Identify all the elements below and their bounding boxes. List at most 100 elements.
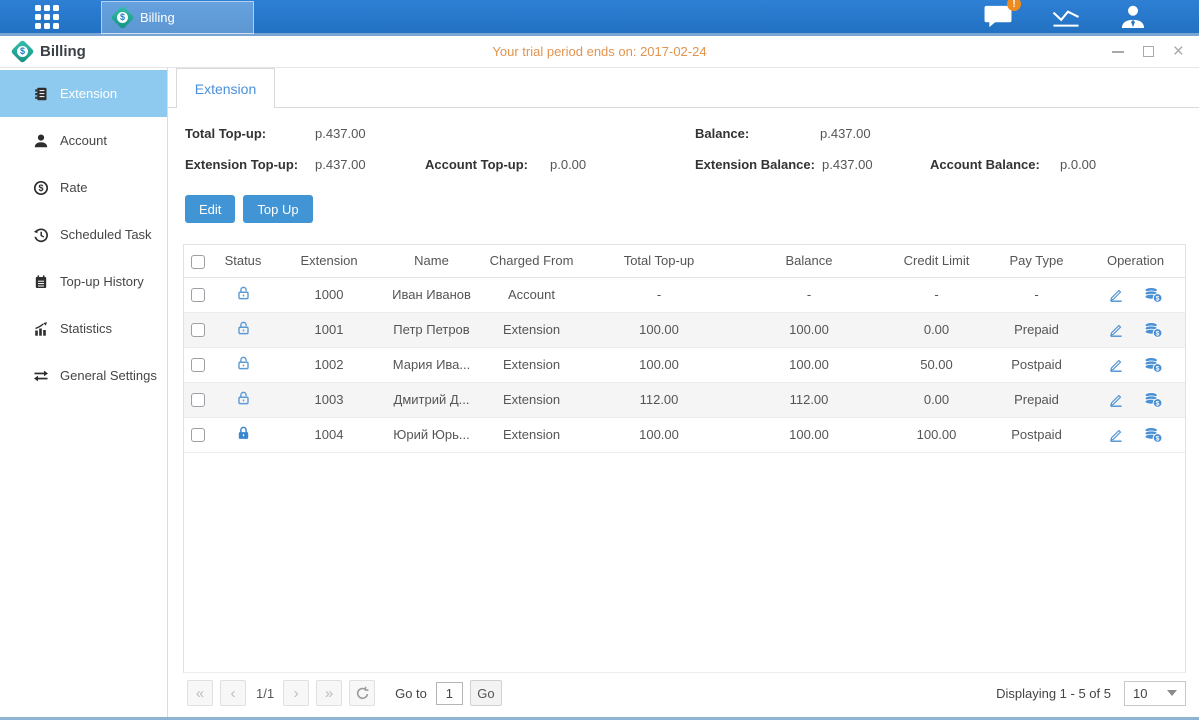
edit-icon[interactable] bbox=[1108, 357, 1124, 373]
col-charged-from: Charged From bbox=[479, 245, 584, 277]
last-page-button[interactable]: » bbox=[316, 680, 342, 706]
prev-page-button[interactable]: ‹ bbox=[220, 680, 246, 706]
sidebar-item-general-settings[interactable]: General Settings bbox=[0, 352, 167, 399]
col-name: Name bbox=[384, 245, 479, 277]
lock-open-icon bbox=[236, 285, 251, 301]
cell-pay-type: Prepaid bbox=[989, 382, 1084, 417]
svg-text:$: $ bbox=[1156, 295, 1160, 302]
topup-coins-icon[interactable]: $ bbox=[1144, 322, 1163, 338]
action-buttons: Edit Top Up bbox=[185, 195, 1199, 223]
table-row: 1001 Петр Петров Extension 100.00 100.00… bbox=[184, 312, 1186, 347]
extension-topup-value: p.437.00 bbox=[315, 157, 366, 172]
edit-button[interactable]: Edit bbox=[185, 195, 235, 223]
cell-balance: 100.00 bbox=[734, 312, 884, 347]
goto-page-input[interactable] bbox=[436, 682, 463, 705]
cell-name: Дмитрий Д... bbox=[384, 382, 479, 417]
edit-icon[interactable] bbox=[1108, 287, 1124, 303]
sidebar-item-account[interactable]: Account bbox=[0, 117, 167, 164]
user-icon[interactable] bbox=[1119, 4, 1147, 29]
tab-extension[interactable]: Extension bbox=[176, 68, 275, 108]
topup-coins-icon[interactable]: $ bbox=[1144, 427, 1163, 443]
pagination-bar: « ‹ 1/1 › » Go to Go Displaying 1 - 5 of… bbox=[168, 673, 1199, 717]
cell-charged-from: Account bbox=[479, 277, 584, 312]
notification-badge: ! bbox=[1007, 0, 1021, 11]
account-topup-label: Account Top-up: bbox=[425, 157, 528, 172]
row-checkbox[interactable] bbox=[191, 393, 205, 407]
sidebar-item-extension[interactable]: Extension bbox=[0, 70, 167, 117]
cell-charged-from: Extension bbox=[479, 417, 584, 452]
person-icon bbox=[33, 133, 49, 149]
minimize-button[interactable] bbox=[1111, 45, 1125, 59]
notepad-icon bbox=[33, 274, 49, 290]
row-checkbox[interactable] bbox=[191, 323, 205, 337]
sidebar-item-topup-history[interactable]: Top-up History bbox=[0, 258, 167, 305]
lock-status-icon[interactable] bbox=[236, 429, 251, 444]
lock-status-icon[interactable] bbox=[236, 324, 251, 339]
statistics-chart-icon[interactable] bbox=[1051, 4, 1081, 29]
table-row: 1003 Дмитрий Д... Extension 112.00 112.0… bbox=[184, 382, 1186, 417]
extension-balance-label: Extension Balance: bbox=[695, 157, 815, 172]
edit-icon[interactable] bbox=[1108, 392, 1124, 408]
history-clock-icon bbox=[33, 227, 49, 243]
dollar-circle-icon: $ bbox=[33, 180, 49, 196]
cell-name: Иван Иванов bbox=[384, 277, 479, 312]
row-checkbox[interactable] bbox=[191, 428, 205, 442]
apps-grid-icon[interactable] bbox=[35, 5, 59, 29]
cell-balance: 100.00 bbox=[734, 347, 884, 382]
edit-icon[interactable] bbox=[1108, 322, 1124, 338]
topbar-tab-billing[interactable]: $ Billing bbox=[101, 1, 254, 34]
table-row: 1002 Мария Ива... Extension 100.00 100.0… bbox=[184, 347, 1186, 382]
lock-open-icon bbox=[236, 390, 251, 406]
svg-text:$: $ bbox=[38, 183, 43, 193]
sidebar-item-label: Top-up History bbox=[60, 274, 144, 289]
sidebar-item-label: Scheduled Task bbox=[60, 227, 152, 242]
first-page-button[interactable]: « bbox=[187, 680, 213, 706]
table-row: 1000 Иван Иванов Account - - - - $ bbox=[184, 277, 1186, 312]
extension-table-panel: Status Extension Name Charged From Total… bbox=[183, 244, 1186, 673]
lock-status-icon[interactable] bbox=[236, 394, 251, 409]
page-size-select[interactable]: 10 bbox=[1124, 681, 1186, 706]
cell-charged-from: Extension bbox=[479, 312, 584, 347]
messages-icon[interactable]: ! bbox=[983, 4, 1013, 29]
topup-button[interactable]: Top Up bbox=[243, 195, 312, 223]
cell-charged-from: Extension bbox=[479, 382, 584, 417]
cell-charged-from: Extension bbox=[479, 347, 584, 382]
sidebar-item-label: Extension bbox=[60, 86, 117, 101]
select-all-checkbox[interactable] bbox=[191, 255, 205, 269]
cell-name: Юрий Юрь... bbox=[384, 417, 479, 452]
tabbar: Extension bbox=[168, 68, 1199, 108]
sidebar-item-rate[interactable]: $ Rate bbox=[0, 164, 167, 211]
sidebar-item-statistics[interactable]: Statistics bbox=[0, 305, 167, 352]
page-indicator: 1/1 bbox=[256, 686, 274, 701]
refresh-button[interactable] bbox=[349, 680, 375, 706]
go-button[interactable]: Go bbox=[470, 680, 502, 706]
extension-table: Status Extension Name Charged From Total… bbox=[184, 245, 1186, 453]
row-checkbox[interactable] bbox=[191, 288, 205, 302]
cell-total-topup: - bbox=[584, 277, 734, 312]
goto-label: Go to bbox=[395, 686, 427, 701]
topup-coins-icon[interactable]: $ bbox=[1144, 392, 1163, 408]
maximize-button[interactable] bbox=[1141, 45, 1155, 59]
sidebar-item-scheduled-task[interactable]: Scheduled Task bbox=[0, 211, 167, 258]
balance-value: p.437.00 bbox=[820, 126, 871, 141]
lock-closed-icon bbox=[236, 425, 251, 441]
cell-balance: - bbox=[734, 277, 884, 312]
col-operation: Operation bbox=[1084, 245, 1186, 277]
total-topup-label: Total Top-up: bbox=[185, 126, 266, 141]
next-page-button[interactable]: › bbox=[283, 680, 309, 706]
col-total-topup: Total Top-up bbox=[584, 245, 734, 277]
cell-pay-type: Postpaid bbox=[989, 347, 1084, 382]
chevron-down-icon bbox=[1167, 690, 1177, 696]
topup-coins-icon[interactable]: $ bbox=[1144, 357, 1163, 373]
lock-status-icon[interactable] bbox=[236, 289, 251, 304]
cell-total-topup: 112.00 bbox=[584, 382, 734, 417]
page-size-value: 10 bbox=[1133, 686, 1147, 701]
close-button[interactable]: × bbox=[1171, 45, 1185, 59]
row-checkbox[interactable] bbox=[191, 358, 205, 372]
cell-name: Мария Ива... bbox=[384, 347, 479, 382]
topup-coins-icon[interactable]: $ bbox=[1144, 287, 1163, 303]
edit-icon[interactable] bbox=[1108, 427, 1124, 443]
lock-status-icon[interactable] bbox=[236, 359, 251, 374]
col-extension: Extension bbox=[274, 245, 384, 277]
cell-extension: 1001 bbox=[274, 312, 384, 347]
